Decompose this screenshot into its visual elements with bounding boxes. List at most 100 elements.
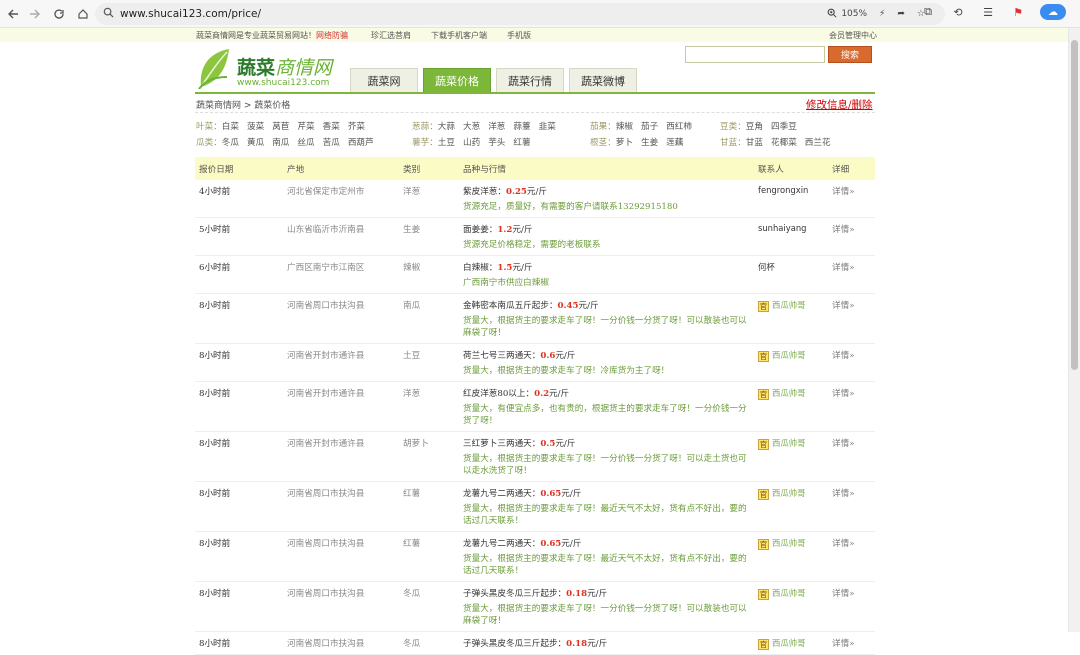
profile-icon[interactable]: ⚑ xyxy=(1010,4,1026,20)
category-link[interactable]: 莲藕 xyxy=(666,138,683,148)
top-link-1[interactable]: 珍汇选菩肩 xyxy=(371,30,411,41)
table-row[interactable]: 8小时前 河南省周口市扶沟县 南瓜 金韩密本南瓜五斤起步：0.45元/斤 货量大，根据货… xyxy=(195,293,875,344)
category-link[interactable]: 大蒜 xyxy=(438,122,455,132)
table-row[interactable]: 5小时前 山东省临沂市沂南县 生姜 面姜姜：1.2元/斤 货源充足价格稳定，需要的老板联… xyxy=(195,217,875,256)
category-link[interactable]: 四季豆 xyxy=(771,122,797,132)
detail-link[interactable]: 详情» xyxy=(828,431,875,482)
category-link[interactable]: 土豆 xyxy=(438,138,455,148)
extensions-icon[interactable]: ⧉ xyxy=(920,4,936,20)
search-button[interactable]: 搜索 xyxy=(828,46,872,63)
tab-vegetable-market[interactable]: 蔬菜行情 xyxy=(496,68,564,92)
table-row[interactable]: 8小时前 河南省周口市扶沟县 红薯 龙薯九号二两通天：0.65元/斤 货量大，根据货主的… xyxy=(195,531,875,582)
product-line[interactable]: 白辣椒：1.5元/斤 xyxy=(463,261,750,273)
detail-link[interactable]: 详情» xyxy=(828,581,875,632)
category-link[interactable]: 西葫芦 xyxy=(348,138,374,148)
contact-name[interactable]: 西瓜帅哥 xyxy=(772,300,806,310)
top-link-mobile[interactable]: 手机版 xyxy=(507,30,531,41)
forward-icon[interactable] xyxy=(24,3,46,25)
category-link[interactable]: 芋头 xyxy=(488,138,505,148)
history-icon[interactable]: ⟲ xyxy=(950,4,966,20)
scrollbar-thumb[interactable] xyxy=(1071,40,1078,370)
contact-name[interactable]: 何杯 xyxy=(758,262,775,272)
contact-name[interactable]: 西瓜帅哥 xyxy=(772,438,806,448)
zoom-level[interactable]: 105% xyxy=(841,9,867,19)
product-line[interactable]: 面姜姜：1.2元/斤 xyxy=(463,223,750,235)
category-link[interactable]: 洋葱 xyxy=(488,122,505,132)
contact-name[interactable]: 西瓜帅哥 xyxy=(772,588,806,598)
product-line[interactable]: 龙薯九号二两通天：0.65元/斤 xyxy=(463,537,750,549)
share-icon[interactable]: ➦ xyxy=(897,9,905,19)
product-line[interactable]: 子弹头黑皮冬瓜三斤起步：0.18元/斤 xyxy=(463,637,750,649)
detail-link[interactable]: 详情» xyxy=(828,217,875,256)
category-link[interactable]: 冬瓜 xyxy=(222,138,239,148)
category-link[interactable]: 韭菜 xyxy=(539,122,556,132)
home-icon[interactable] xyxy=(72,3,94,25)
table-row[interactable]: 8小时前 河南省周口市扶沟县 红薯 龙薯九号二两通天：0.65元/斤 货量大，根据货主的… xyxy=(195,481,875,532)
category-link[interactable]: 芹菜 xyxy=(297,122,314,132)
product-line[interactable]: 子弹头黑皮冬瓜三斤起步：0.18元/斤 xyxy=(463,587,750,599)
detail-link[interactable]: 详情» xyxy=(828,481,875,532)
contact-name[interactable]: 西瓜帅哥 xyxy=(772,350,806,360)
contact-name[interactable]: 西瓜帅哥 xyxy=(772,388,806,398)
table-row[interactable]: 8小时前 河南省周口市扶沟县 冬瓜 子弹头黑皮冬瓜三斤起步：0.18元/斤 货量大，根据… xyxy=(195,581,875,632)
back-icon[interactable] xyxy=(2,3,24,25)
product-line[interactable]: 红皮洋葱80以上：0.2元/斤 xyxy=(463,387,750,399)
table-row[interactable]: 8小时前 河南省开封市通许县 土豆 荷兰七号三两通天：0.6元/斤 货量大，根据货主的要… xyxy=(195,343,875,382)
contact-name[interactable]: 西瓜帅哥 xyxy=(772,638,806,648)
detail-link[interactable]: 详情» xyxy=(828,180,875,218)
menu-icon[interactable]: ☰ xyxy=(980,4,996,20)
category-link[interactable]: 莴苣 xyxy=(272,122,289,132)
category-link[interactable]: 南瓜 xyxy=(272,138,289,148)
category-link[interactable]: 丝瓜 xyxy=(297,138,314,148)
product-line[interactable]: 紫皮洋葱：0.25元/斤 xyxy=(463,185,750,197)
contact-name[interactable]: sunhaiyang xyxy=(758,223,806,233)
lightning-icon[interactable]: ⚡ xyxy=(879,9,885,19)
product-line[interactable]: 金韩密本南瓜五斤起步：0.45元/斤 xyxy=(463,299,750,311)
category-link[interactable]: 大葱 xyxy=(463,122,480,132)
cloud-sync-icon[interactable]: ☁ xyxy=(1040,4,1066,20)
category-link[interactable]: 豆角 xyxy=(746,122,763,132)
member-center-link[interactable]: 会员管理中心 xyxy=(829,30,877,41)
category-link[interactable]: 甘蓝 xyxy=(746,138,763,148)
detail-link[interactable]: 详情» xyxy=(828,255,875,294)
detail-link[interactable]: 详情» xyxy=(828,631,875,655)
detail-link[interactable]: 详情» xyxy=(828,293,875,344)
category-link[interactable]: 菠菜 xyxy=(247,122,264,132)
category-link[interactable]: 萝卜 xyxy=(616,138,633,148)
table-row[interactable]: 8小时前 河南省周口市扶沟县 冬瓜 子弹头黑皮冬瓜三斤起步：0.18元/斤官西瓜帅哥详… xyxy=(195,631,875,655)
page-scrollbar[interactable] xyxy=(1068,28,1080,632)
category-link[interactable]: 黄瓜 xyxy=(247,138,264,148)
contact-name[interactable]: 西瓜帅哥 xyxy=(772,538,806,548)
table-row[interactable]: 4小时前 河北省保定市定州市 洋葱 紫皮洋葱：0.25元/斤 货源充足，质量好，有需要的… xyxy=(195,180,875,218)
category-link[interactable]: 白菜 xyxy=(222,122,239,132)
tab-vegetable-net[interactable]: 蔬菜网 xyxy=(350,68,418,92)
category-link[interactable]: 芥菜 xyxy=(348,122,365,132)
edit-info-link[interactable]: 修改信息/删除 xyxy=(806,97,873,112)
contact-name[interactable]: fengrongxin xyxy=(758,185,808,195)
category-link[interactable]: 辣椒 xyxy=(616,122,633,132)
category-link[interactable]: 茄子 xyxy=(641,122,658,132)
product-line[interactable]: 荷兰七号三两通天：0.6元/斤 xyxy=(463,349,750,361)
detail-link[interactable]: 详情» xyxy=(828,381,875,432)
breadcrumb[interactable]: 蔬菜商情网 > 蔬菜价格 xyxy=(196,98,290,111)
contact-name[interactable]: 西瓜帅哥 xyxy=(772,488,806,498)
table-row[interactable]: 6小时前 广西区南宁市江南区 辣椒 白辣椒：1.5元/斤 广西南宁市供应白辣椒 何杯 详情» xyxy=(195,255,875,294)
category-link[interactable]: 生姜 xyxy=(641,138,658,148)
reload-icon[interactable] xyxy=(48,3,70,25)
category-link[interactable]: 花椰菜 xyxy=(771,138,797,148)
site-logo[interactable]: 蔬菜商情网 www.shucai123.com xyxy=(195,47,335,93)
site-search-input[interactable] xyxy=(685,46,825,63)
tab-vegetable-price[interactable]: 蔬菜价格 xyxy=(423,68,491,92)
category-link[interactable]: 西兰花 xyxy=(805,138,831,148)
table-row[interactable]: 8小时前 河南省开封市通许县 胡萝卜 三红萝卜三两通天：0.5元/斤 货量大，根据货主的… xyxy=(195,431,875,482)
fraud-warning-link[interactable]: 网络防骗 xyxy=(316,31,348,40)
product-line[interactable]: 龙薯九号二两通天：0.65元/斤 xyxy=(463,487,750,499)
product-line[interactable]: 三红萝卜三两通天：0.5元/斤 xyxy=(463,437,750,449)
table-row[interactable]: 8小时前 河南省开封市通许县 洋葱 红皮洋葱80以上：0.2元/斤 货量大，有便宜点多，… xyxy=(195,381,875,432)
category-link[interactable]: 香菜 xyxy=(323,122,340,132)
address-bar[interactable]: www.shucai123.com/price/ 105% ⚡ ➦ ☆ xyxy=(95,3,945,25)
detail-link[interactable]: 详情» xyxy=(828,343,875,382)
category-link[interactable]: 西红柿 xyxy=(666,122,692,132)
detail-link[interactable]: 详情» xyxy=(828,531,875,582)
category-link[interactable]: 蒜薹 xyxy=(513,122,530,132)
